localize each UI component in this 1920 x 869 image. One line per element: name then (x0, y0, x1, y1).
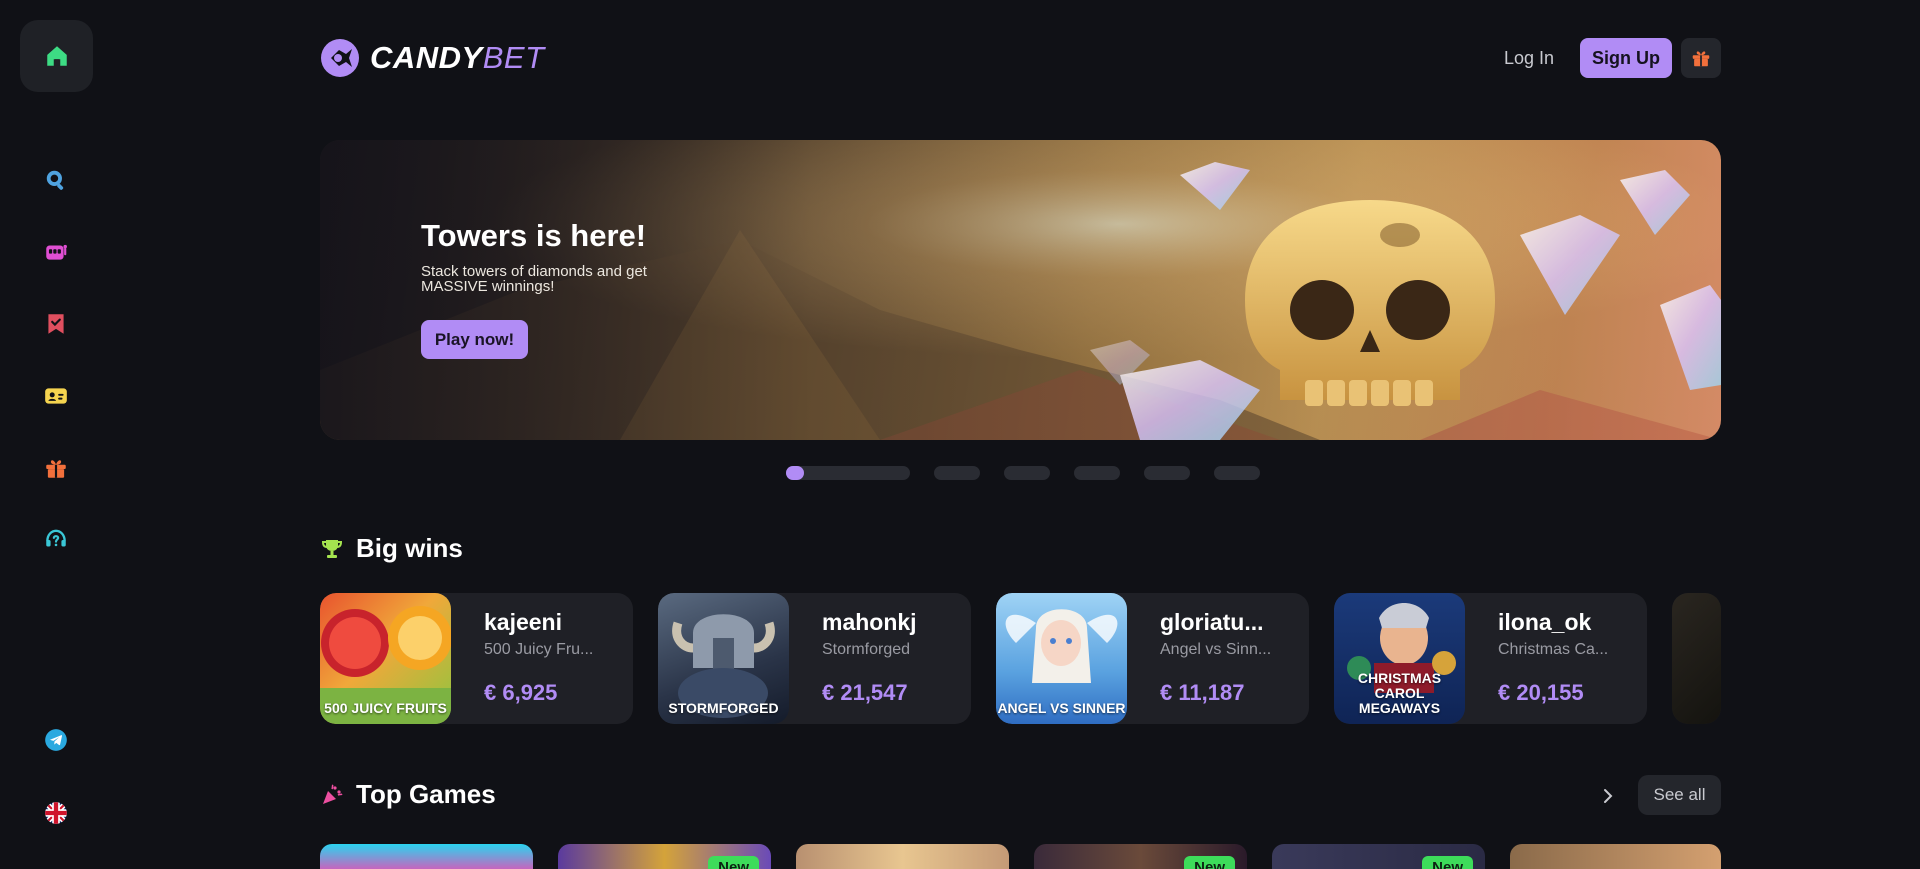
game-thumbnail: 500 JUICY FRUITS (320, 593, 451, 724)
sidebar-item-profile[interactable] (36, 376, 76, 416)
sidebar-item-home[interactable] (20, 20, 93, 92)
win-amount: € 6,925 (484, 680, 558, 705)
banner-title: Towers is here! (421, 218, 647, 253)
sidebar-item-search[interactable] (36, 160, 76, 200)
carousel-dot[interactable] (1144, 466, 1190, 480)
party-popper-icon (323, 783, 343, 804)
game-thumbnail (1672, 593, 1721, 724)
new-badge: New (1184, 856, 1235, 869)
new-badge: New (1422, 856, 1473, 869)
search-icon (46, 170, 64, 190)
big-win-card[interactable]: CHRISTMAS CAROL MEGAWAYS ilona_ok Christ… (1334, 593, 1647, 724)
gift-icon (46, 460, 66, 478)
promo-banner[interactable]: Towers is here! Stack towers of diamonds… (320, 140, 1721, 440)
big-win-card[interactable]: STORMFORGED mahonkj Stormforged € 21,547 (658, 593, 971, 724)
brand-logo[interactable]: CANDYBET (320, 37, 545, 79)
sidebar-item-saved[interactable] (36, 304, 76, 344)
game-tile[interactable] (796, 844, 1009, 869)
sidebar-item-telegram[interactable] (36, 720, 76, 760)
winner-username: ilona_ok (1498, 609, 1592, 635)
game-thumbnail: STORMFORGED (658, 593, 789, 724)
carousel-dot[interactable] (934, 466, 980, 480)
winner-game: Stormforged (822, 641, 911, 658)
scroll-next-button[interactable] (1596, 784, 1620, 808)
win-amount: € 21,547 (822, 680, 908, 705)
winner-game: 500 Juicy Fru... (484, 641, 594, 658)
signup-button[interactable]: Sign Up (1580, 38, 1672, 78)
game-tile[interactable] (1510, 844, 1721, 869)
gift-icon (1692, 51, 1710, 67)
game-tile[interactable] (320, 844, 533, 869)
win-amount: € 11,187 (1160, 680, 1245, 705)
candybet-logo-icon (321, 39, 359, 77)
support-icon (46, 529, 66, 547)
thumbnail-label: STORMFORGED (668, 700, 779, 716)
game-tile[interactable]: New (1272, 844, 1485, 869)
carousel-dot[interactable] (1004, 466, 1050, 480)
id-card-icon (45, 388, 67, 404)
see-all-button[interactable]: See all (1638, 775, 1721, 815)
winner-game: Angel vs Sinn... (1160, 641, 1272, 658)
login-button[interactable]: Log In (1494, 40, 1564, 76)
sidebar (0, 0, 112, 869)
sidebar-item-promotions[interactable] (36, 448, 76, 488)
carousel-dot[interactable] (1214, 466, 1260, 480)
sidebar-item-language[interactable] (36, 793, 76, 833)
carousel-progress (786, 466, 804, 480)
home-icon (46, 46, 67, 66)
big-wins-title: Big wins (356, 533, 463, 563)
bookmark-icon (48, 314, 64, 334)
sidebar-item-support[interactable] (36, 520, 76, 560)
brand-name: CANDYBET (370, 40, 545, 75)
big-win-card[interactable]: ANGEL VS SINNER gloriatu... Angel vs Sin… (996, 593, 1309, 724)
game-tile[interactable]: New (558, 844, 771, 869)
game-thumbnail: ANGEL VS SINNER (996, 593, 1127, 724)
game-tile[interactable]: New (1034, 844, 1247, 869)
thumbnail-label: ANGEL VS SINNER (997, 700, 1126, 716)
telegram-icon (45, 729, 67, 751)
chevron-right-icon (1604, 789, 1613, 803)
uk-flag-icon (45, 802, 67, 824)
big-win-card[interactable]: 500 JUICY FRUITS kajeeni 500 Juicy Fru..… (320, 593, 633, 724)
slot-machine-icon (46, 244, 67, 260)
winner-username: gloriatu... (1160, 609, 1264, 635)
banner-subtitle: Stack towers of diamonds and get MASSIVE… (421, 263, 647, 295)
win-amount: € 20,155 (1498, 680, 1584, 705)
rewards-button[interactable] (1681, 38, 1721, 78)
game-thumbnail: CHRISTMAS CAROL MEGAWAYS (1334, 593, 1465, 724)
big-win-card-partial[interactable] (1672, 593, 1721, 724)
sidebar-item-slots[interactable] (36, 232, 76, 272)
top-games-header: Top Games (320, 779, 496, 810)
top-games-title: Top Games (356, 779, 496, 809)
new-badge: New (708, 856, 759, 869)
winner-username: mahonkj (822, 609, 917, 635)
winner-game: Christmas Ca... (1498, 641, 1609, 658)
play-now-button[interactable]: Play now! (421, 320, 528, 359)
trophy-icon (321, 539, 343, 558)
winner-username: kajeeni (484, 609, 562, 635)
thumbnail-label: CHRISTMAS CAROL MEGAWAYS (1357, 670, 1442, 716)
thumbnail-label: 500 JUICY FRUITS (324, 700, 447, 716)
big-wins-header: Big wins (320, 533, 463, 564)
carousel-dot[interactable] (1074, 466, 1120, 480)
carousel-dot-active[interactable] (786, 466, 910, 480)
